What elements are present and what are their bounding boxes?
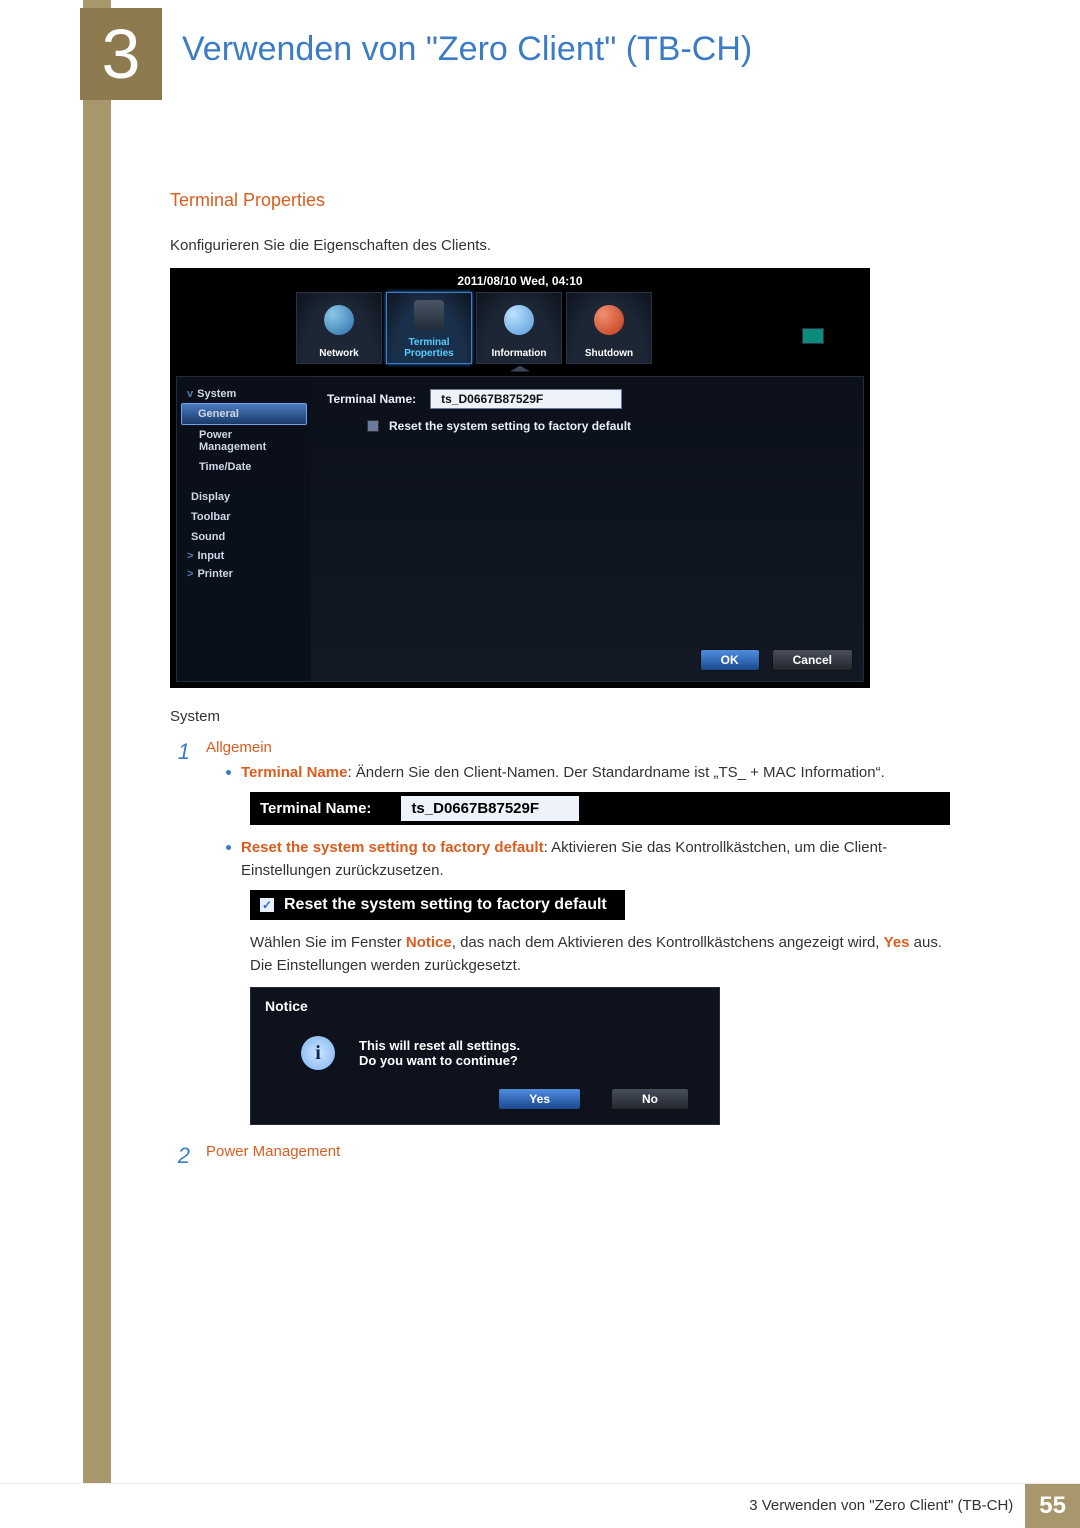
list-number: 2: [170, 1143, 190, 1169]
sidebar-item-general[interactable]: General: [181, 403, 307, 425]
tab-terminal-properties[interactable]: Terminal Properties: [386, 292, 472, 364]
footer-text: 3 Verwenden von "Zero Client" (TB-CH): [749, 1497, 1013, 1514]
list-number: 1: [170, 739, 190, 1136]
display-indicator-icon: [802, 328, 824, 344]
tab-shutdown[interactable]: Shutdown: [566, 292, 652, 364]
sidebar-group-system[interactable]: vSystem: [181, 385, 307, 403]
factory-reset-label: Reset the system setting to factory defa…: [389, 419, 631, 433]
list-item-2: 2 Power Management: [170, 1143, 950, 1169]
terminal-name-strip-value: ts_D0667B87529F: [401, 796, 579, 821]
sidebar-item-sound[interactable]: Sound: [181, 527, 307, 547]
factory-reset-strip-label: Reset the system setting to factory defa…: [284, 896, 607, 914]
list-item-1: 1 Allgemein Terminal Name: Ändern Sie de…: [170, 739, 950, 1136]
sidebar-group-input[interactable]: >Input: [181, 547, 307, 565]
sidebar-stripe: [83, 0, 111, 1527]
chevron-down-icon: v: [187, 388, 193, 400]
chapter-number-box: 3: [80, 8, 162, 100]
factory-reset-checkbox[interactable]: [367, 420, 379, 432]
terminal-name-label: Terminal Name:: [327, 392, 416, 406]
notice-line1: This will reset all settings.: [359, 1038, 520, 1053]
chapter-title: Verwenden von "Zero Client" (TB-CH): [182, 30, 752, 69]
collapse-arrow-icon[interactable]: [510, 366, 530, 372]
terminal-icon: [414, 300, 444, 330]
yes-button[interactable]: Yes: [498, 1088, 581, 1110]
chapter-number: 3: [102, 14, 141, 94]
checkbox-checked-icon: ✓: [260, 898, 274, 912]
system-heading: System: [170, 708, 950, 725]
sidebar-item-power-management[interactable]: Power Management: [181, 425, 307, 457]
globe-icon: [324, 305, 354, 335]
chevron-right-icon: >: [187, 568, 193, 580]
notice-line2: Do you want to continue?: [359, 1053, 520, 1068]
notice-instruction: Wählen Sie im Fenster Notice, das nach d…: [250, 932, 950, 977]
chevron-right-icon: >: [187, 550, 193, 562]
datetime-label: 2011/08/10 Wed, 04:10: [170, 274, 870, 288]
section-heading: Terminal Properties: [170, 190, 950, 211]
power-icon: [594, 305, 624, 335]
terminal-name-field[interactable]: ts_D0667B87529F: [430, 389, 622, 409]
main-content: Terminal Properties Konfigurieren Sie di…: [170, 190, 950, 1177]
tab-bar: Network Terminal Properties Information …: [296, 292, 652, 364]
intro-paragraph: Konfigurieren Sie die Eigenschaften des …: [170, 235, 950, 258]
ok-button[interactable]: OK: [700, 649, 760, 671]
notice-dialog: Notice i This will reset all settings. D…: [250, 987, 720, 1125]
no-button[interactable]: No: [611, 1088, 689, 1110]
sidebar-item-time-date[interactable]: Time/Date: [181, 457, 307, 477]
page-footer: 3 Verwenden von "Zero Client" (TB-CH) 55: [0, 1483, 1080, 1527]
page-number: 55: [1025, 1484, 1080, 1528]
notice-title: Notice: [251, 988, 719, 1024]
power-management-title: Power Management: [206, 1143, 950, 1160]
allgemein-title: Allgemein: [206, 739, 950, 756]
settings-sidebar: vSystem General Power Management Time/Da…: [177, 377, 311, 681]
screenshot-terminal-properties: 2011/08/10 Wed, 04:10 Network Terminal P…: [170, 268, 870, 688]
sidebar-item-toolbar[interactable]: Toolbar: [181, 507, 307, 527]
info-icon: [504, 305, 534, 335]
terminal-name-strip-label: Terminal Name:: [250, 792, 401, 825]
info-icon: i: [301, 1036, 335, 1070]
bullet-terminal-name: Terminal Name: Ändern Sie den Client-Nam…: [241, 762, 885, 785]
sidebar-item-display[interactable]: Display: [181, 487, 307, 507]
tab-information[interactable]: Information: [476, 292, 562, 364]
factory-reset-strip: ✓ Reset the system setting to factory de…: [250, 890, 625, 920]
sidebar-group-printer[interactable]: >Printer: [181, 565, 307, 583]
terminal-name-strip: Terminal Name: ts_D0667B87529F: [250, 792, 950, 825]
bullet-icon: [226, 770, 231, 775]
tab-network[interactable]: Network: [296, 292, 382, 364]
settings-main: Terminal Name: ts_D0667B87529F Reset the…: [311, 377, 863, 681]
bullet-factory-reset: Reset the system setting to factory defa…: [241, 837, 950, 882]
screenshot-body: vSystem General Power Management Time/Da…: [176, 376, 864, 682]
cancel-button[interactable]: Cancel: [772, 649, 853, 671]
bullet-icon: [226, 845, 231, 850]
